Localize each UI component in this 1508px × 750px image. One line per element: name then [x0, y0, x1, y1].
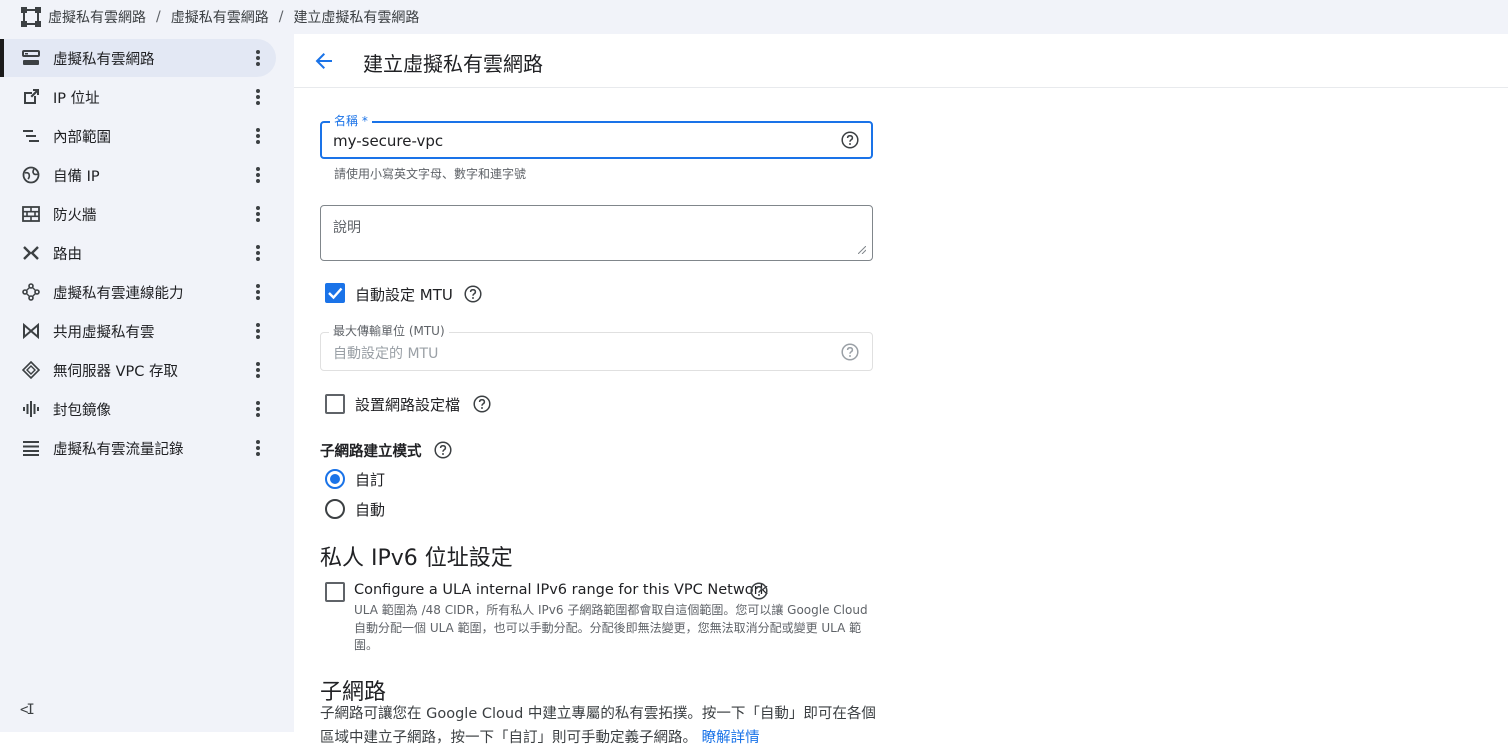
sidebar-item-serverless-vpc-access[interactable]: 無伺服器 VPC 存取 — [4, 351, 276, 389]
ula-checkbox[interactable] — [325, 582, 345, 602]
more-vert-icon[interactable] — [250, 321, 266, 341]
sidebar-item-vpc-networks[interactable]: 虛擬私有雲網路 — [0, 39, 276, 77]
subnet-mode-auto-label: 自動 — [355, 501, 386, 519]
routes-icon — [23, 246, 39, 260]
breadcrumb-item-1[interactable]: 虛擬私有雲網路 — [48, 7, 146, 27]
sidebar-item-label: 路由 — [53, 247, 82, 263]
auto-mtu-checkbox[interactable] — [325, 283, 345, 303]
name-field-label: 名稱 * — [330, 112, 372, 129]
more-vert-icon[interactable] — [250, 48, 266, 68]
sidebar-item-label: 虛擬私有雲流量記錄 — [53, 442, 184, 458]
sidebar-item-label: 自備 IP — [53, 169, 100, 185]
description-textarea[interactable]: 說明 — [320, 205, 873, 261]
learn-more-link[interactable]: 瞭解詳情 — [702, 730, 760, 746]
breadcrumb-item-2[interactable]: 虛擬私有雲網路 — [171, 7, 269, 27]
firewall-icon — [22, 206, 40, 222]
name-field[interactable]: 名稱 * my-secure-vpc — [320, 112, 873, 159]
help-icon[interactable] — [473, 395, 491, 413]
page-title: 建立虛擬私有雲網路 — [363, 52, 543, 76]
network-profile-label: 設置網路設定檔 — [355, 396, 461, 414]
more-vert-icon[interactable] — [250, 126, 266, 146]
globe-icon — [22, 166, 40, 184]
sidebar-item-byoip[interactable]: 自備 IP — [4, 156, 276, 194]
breadcrumb-separator: / — [156, 9, 161, 25]
serverless-icon — [22, 361, 40, 379]
subnet-mode-custom-label: 自訂 — [355, 471, 386, 489]
sidebar-item-firewall[interactable]: 防火牆 — [4, 195, 276, 233]
sidebar-item-packet-mirroring[interactable]: 封包鏡像 — [4, 390, 276, 428]
help-icon[interactable] — [841, 131, 859, 149]
sidebar-item-label: 共用虛擬私有雲 — [53, 325, 155, 341]
internal-range-icon — [23, 130, 39, 142]
more-vert-icon[interactable] — [250, 399, 266, 419]
subnet-mode-label: 子網路建立模式 — [320, 444, 422, 460]
breadcrumb-separator: / — [278, 9, 284, 25]
more-vert-icon[interactable] — [250, 438, 266, 458]
sidebar-item-label: 虛擬私有雲網路 — [53, 52, 155, 68]
sidebar-item-label: 內部範圍 — [53, 130, 111, 146]
vpc-logo-icon — [21, 7, 41, 27]
name-field-value[interactable]: my-secure-vpc — [333, 132, 443, 150]
sidebar-item-routes[interactable]: 路由 — [4, 234, 276, 272]
page-header: 建立虛擬私有雲網路 — [294, 34, 1508, 88]
help-icon[interactable] — [464, 285, 482, 303]
sidebar-item-ip-address[interactable]: IP 位址 — [4, 78, 276, 116]
ip-address-icon — [24, 89, 39, 104]
main-content: 建立虛擬私有雲網路 名稱 * my-secure-vpc 請使用小寫英文字母、數… — [294, 34, 1508, 746]
more-vert-icon[interactable] — [250, 165, 266, 185]
sidebar-item-label: 防火牆 — [53, 208, 97, 224]
more-vert-icon[interactable] — [250, 360, 266, 380]
mtu-field: 最大傳輸單位 (MTU) 自動設定的 MTU — [320, 322, 873, 371]
name-hint: 請使用小寫英文字母、數字和連字號 — [334, 167, 527, 181]
more-vert-icon[interactable] — [250, 243, 266, 263]
sidebar-item-internal-ranges[interactable]: 內部範圍 — [4, 117, 276, 155]
help-icon[interactable] — [434, 441, 452, 459]
packet-mirroring-icon — [23, 401, 39, 417]
mtu-field-label: 最大傳輸單位 (MTU) — [329, 322, 449, 339]
help-icon[interactable] — [841, 343, 859, 361]
sidebar-item-label: 封包鏡像 — [53, 403, 111, 419]
more-vert-icon[interactable] — [250, 204, 266, 224]
sidebar-item-label: 虛擬私有雲連線能力 — [53, 286, 184, 302]
sidebar-item-flow-logs[interactable]: 虛擬私有雲流量記錄 — [4, 429, 276, 467]
description-placeholder: 說明 — [333, 220, 361, 236]
resize-grip-icon[interactable] — [858, 246, 866, 254]
sidebar-item-vpc-connectivity[interactable]: 虛擬私有雲連線能力 — [4, 273, 276, 311]
sidebar-item-label: IP 位址 — [53, 91, 100, 107]
ula-description: ULA 範圍為 /48 CIDR，所有私人 IPv6 子網路範圍都會取自這個範圍… — [354, 603, 868, 652]
subnet-mode-custom-radio[interactable] — [325, 469, 345, 489]
breadcrumb: 虛擬私有雲網路 / 虛擬私有雲網路 / 建立虛擬私有雲網路 — [0, 0, 1508, 34]
ipv6-section-heading: 私人 IPv6 位址設定 — [320, 546, 513, 571]
subnets-description: 子網路可讓您在 Google Cloud 中建立專屬的私有雲拓撲。按一下「自動」… — [320, 702, 880, 750]
breadcrumb-item-current: 建立虛擬私有雲網路 — [293, 10, 420, 26]
mtu-placeholder: 自動設定的 MTU — [333, 346, 439, 362]
back-arrow-icon[interactable] — [314, 51, 334, 71]
subnets-description-text: 子網路可讓您在 Google Cloud 中建立專屬的私有雲拓撲。按一下「自動」… — [320, 706, 876, 746]
auto-mtu-label: 自動設定 MTU — [355, 286, 453, 304]
subnet-mode-auto-radio[interactable] — [325, 499, 345, 519]
collapse-sidebar-icon[interactable]: <I — [20, 702, 35, 718]
vpc-network-icon — [22, 50, 40, 65]
sidebar-item-label: 無伺服器 VPC 存取 — [53, 364, 179, 380]
network-profile-checkbox[interactable] — [325, 394, 345, 414]
shared-vpc-icon — [23, 322, 39, 340]
more-vert-icon[interactable] — [250, 282, 266, 302]
more-vert-icon[interactable] — [250, 87, 266, 107]
sidebar: 虛擬私有雲網路 IP 位址 內部範圍 自備 IP 防火牆 路由 虛擬私有雲連線能… — [0, 34, 294, 732]
connectivity-icon — [22, 283, 40, 301]
ula-label: Configure a ULA internal IPv6 range for … — [354, 582, 768, 598]
help-icon[interactable] — [750, 582, 768, 600]
flow-logs-icon — [23, 441, 39, 456]
sidebar-item-shared-vpc[interactable]: 共用虛擬私有雲 — [4, 312, 276, 350]
check-icon — [328, 287, 343, 300]
